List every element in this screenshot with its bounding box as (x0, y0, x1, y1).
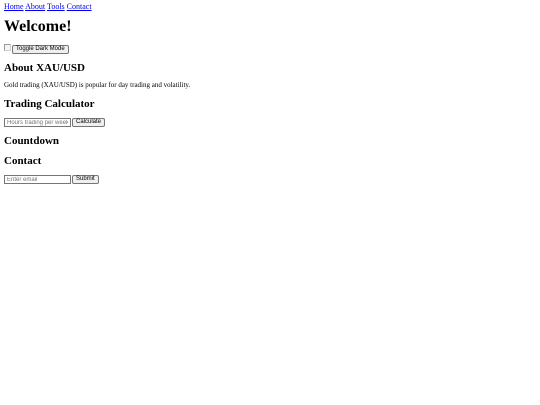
broken-image-icon (4, 44, 11, 51)
countdown-heading: Countdown (4, 135, 60, 147)
nav-link-home[interactable]: Home (4, 2, 24, 11)
calculator-heading: Trading Calculator (4, 98, 95, 110)
calculate-button[interactable]: Calculate (72, 118, 106, 127)
nav-link-about[interactable]: About (25, 2, 45, 11)
nav-link-contact[interactable]: Contact (67, 2, 92, 11)
toggle-dark-mode-button[interactable]: Toggle Dark Mode (12, 45, 69, 54)
page-title: Welcome! (4, 18, 72, 35)
contact-heading: Contact (4, 155, 42, 167)
submit-button[interactable]: Submit (72, 175, 99, 184)
page: Home About Tools Contact Welcome! Toggle… (0, 0, 540, 405)
email-input[interactable] (4, 175, 71, 184)
about-text: Gold trading (XAU/USD) is popular for da… (4, 81, 191, 89)
nav-link-tools[interactable]: Tools (47, 2, 65, 11)
hours-per-week-input[interactable] (4, 118, 71, 127)
about-heading: About XAU/USD (4, 62, 85, 74)
top-nav: Home About Tools Contact (4, 2, 92, 12)
